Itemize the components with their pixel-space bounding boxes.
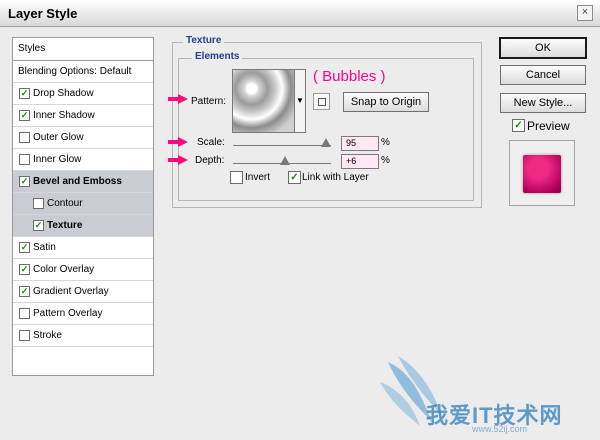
pink-arrow-icon: [168, 137, 188, 147]
check-icon[interactable]: ✓: [19, 88, 30, 99]
scale-input[interactable]: 95: [341, 136, 379, 151]
style-row-stroke[interactable]: Stroke: [13, 325, 153, 347]
check-icon[interactable]: ✓: [19, 286, 30, 297]
cancel-button[interactable]: Cancel: [500, 65, 586, 85]
style-label: Stroke: [33, 330, 62, 341]
style-label: Outer Glow: [33, 132, 84, 143]
style-label: Contour: [47, 198, 83, 209]
watermark-url: www.52ij.com: [472, 424, 528, 434]
new-style-button[interactable]: New Style...: [500, 93, 586, 113]
title-bar: Layer Style ×: [0, 0, 600, 27]
styles-header[interactable]: Styles: [13, 38, 153, 61]
link-with-layer-label: Link with Layer: [302, 172, 369, 183]
style-label: Color Overlay: [33, 264, 95, 275]
elements-group-title: Elements: [192, 51, 243, 62]
blending-options-row[interactable]: Blending Options: Default: [13, 61, 153, 83]
chevron-down-icon[interactable]: ▼: [294, 69, 306, 133]
depth-input[interactable]: +6: [341, 154, 379, 169]
scale-slider-track[interactable]: [233, 145, 331, 146]
preview-thumbnail: [523, 155, 561, 193]
style-checkbox[interactable]: [19, 154, 30, 165]
style-row-outer-glow[interactable]: Outer Glow: [13, 127, 153, 149]
scale-label: Scale:: [197, 137, 225, 148]
preview-swatch: [509, 140, 575, 206]
style-row-inner-shadow[interactable]: ✓ Inner Shadow: [13, 105, 153, 127]
style-checkbox[interactable]: [19, 330, 30, 341]
style-label: Inner Glow: [33, 154, 82, 165]
snap-pattern-icon[interactable]: [313, 93, 330, 110]
styles-panel: Styles Blending Options: Default ✓ Drop S…: [12, 37, 154, 376]
pink-arrow-icon: [168, 155, 188, 165]
check-icon[interactable]: ✓: [288, 171, 301, 184]
style-label: Pattern Overlay: [33, 308, 103, 319]
style-label: Gradient Overlay: [33, 286, 109, 297]
check-icon[interactable]: ✓: [19, 176, 30, 187]
depth-label: Depth:: [195, 155, 225, 166]
ok-button[interactable]: OK: [499, 37, 587, 59]
style-label: Texture: [47, 220, 83, 231]
preview-label: Preview: [527, 119, 570, 133]
style-label: Inner Shadow: [33, 110, 95, 121]
pattern-label: Pattern:: [191, 96, 227, 107]
invert-checkbox[interactable]: [230, 171, 243, 184]
style-label: Satin: [33, 242, 56, 253]
style-checkbox[interactable]: [19, 132, 30, 143]
style-checkbox[interactable]: [19, 308, 30, 319]
window-title: Layer Style: [8, 6, 78, 21]
check-icon[interactable]: ✓: [19, 264, 30, 275]
style-row-satin[interactable]: ✓ Satin: [13, 237, 153, 259]
site-watermark: 我爱IT技术网 www.52ij.com: [380, 352, 600, 440]
check-icon[interactable]: ✓: [512, 119, 525, 132]
style-row-gradient-overlay[interactable]: ✓ Gradient Overlay: [13, 281, 153, 303]
close-button[interactable]: ×: [577, 5, 593, 21]
texture-group-title: Texture: [183, 35, 225, 46]
scale-percent: %: [381, 137, 390, 148]
style-label: Drop Shadow: [33, 88, 94, 99]
invert-label: Invert: [245, 172, 271, 183]
style-row-drop-shadow[interactable]: ✓ Drop Shadow: [13, 83, 153, 105]
blending-options-label: Blending Options: Default: [18, 66, 132, 77]
depth-percent: %: [381, 155, 390, 166]
style-row-pattern-overlay[interactable]: Pattern Overlay: [13, 303, 153, 325]
pattern-swatch[interactable]: [232, 69, 296, 133]
depth-slider-thumb[interactable]: [279, 156, 290, 165]
pattern-annotation: ( Bubbles ): [313, 68, 386, 85]
check-icon[interactable]: ✓: [33, 220, 44, 231]
style-label: Bevel and Emboss: [33, 176, 122, 187]
style-row-bevel-emboss[interactable]: ✓ Bevel and Emboss: [13, 171, 153, 193]
style-row-inner-glow[interactable]: Inner Glow: [13, 149, 153, 171]
check-icon[interactable]: ✓: [19, 242, 30, 253]
style-row-texture[interactable]: ✓ Texture: [13, 215, 153, 237]
style-row-color-overlay[interactable]: ✓ Color Overlay: [13, 259, 153, 281]
pink-arrow-icon: [168, 94, 188, 104]
check-icon[interactable]: ✓: [19, 110, 30, 121]
snap-to-origin-button[interactable]: Snap to Origin: [343, 92, 429, 112]
scale-slider-thumb[interactable]: [321, 138, 332, 147]
style-checkbox[interactable]: [33, 198, 44, 209]
style-row-contour[interactable]: Contour: [13, 193, 153, 215]
